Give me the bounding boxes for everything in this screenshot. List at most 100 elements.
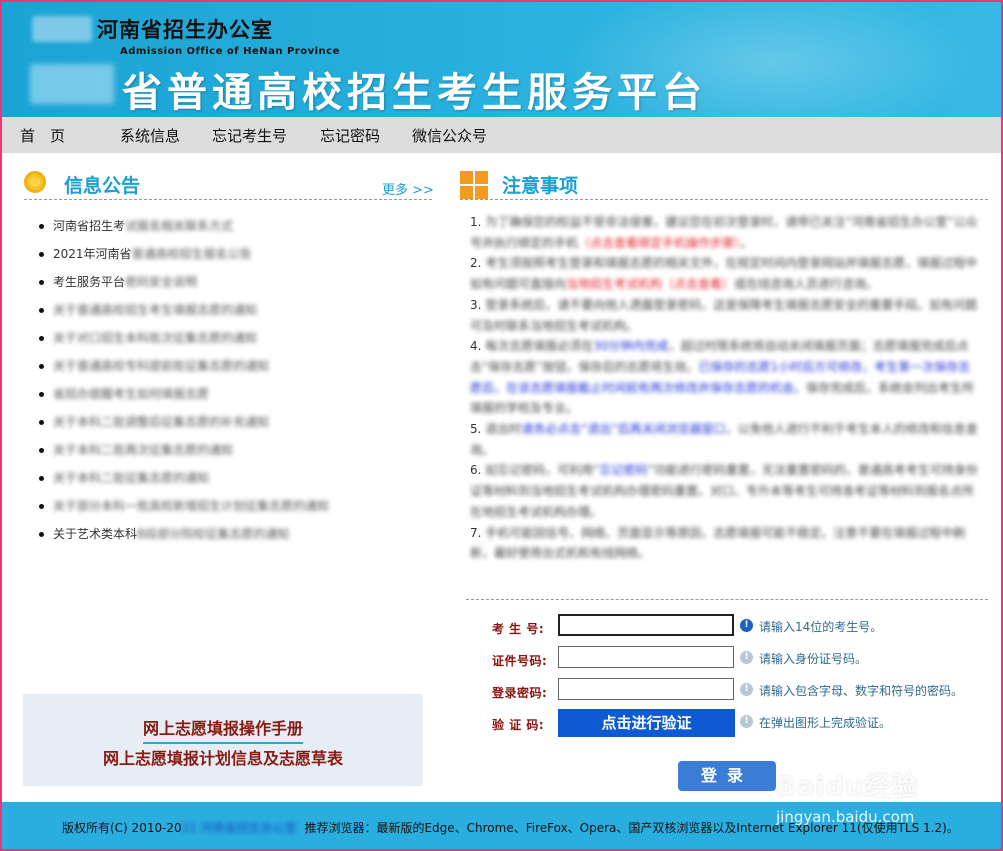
note-text: （点击查看绑定手机操作步骤） bbox=[578, 235, 741, 250]
note-text: 登录系统后，请不要向他人透露登录密码，这是保障考生填报志愿安全的重要手段。如有问… bbox=[470, 297, 978, 333]
copyright-text: 版权所有(C) 2010-20 bbox=[62, 821, 182, 835]
news-item-text-blurred: 关于本科二批再次征集志愿的通知 bbox=[53, 443, 234, 457]
password-hint: 请输入包含字母、数字和符号的密码。 bbox=[759, 684, 964, 698]
candidate-no-hint: 请输入14位的考生号。 bbox=[759, 620, 883, 634]
plan-info-link[interactable]: 网上志愿填报计划信息及志愿草表 bbox=[23, 745, 423, 769]
news-item-text-blurred: 关于部分本科一批高校新增招生计划征集志愿的通知 bbox=[53, 499, 330, 513]
province-logo bbox=[32, 16, 92, 42]
login-button[interactable]: 登录 bbox=[678, 761, 776, 791]
notes-divider-top bbox=[460, 199, 988, 200]
news-item-text: 河南省招生考 bbox=[53, 219, 126, 233]
nav-forgot-password[interactable]: 忘记密码 bbox=[320, 125, 380, 146]
note-text: 5. bbox=[470, 422, 486, 437]
news-item-text: 2021年河南省 bbox=[53, 247, 132, 261]
office-name: 河南省招生办公室 bbox=[97, 18, 273, 42]
note-text: 30分钟内完成 bbox=[593, 339, 669, 354]
manual-link-wrap: 网上志愿填报操作手册 bbox=[23, 715, 423, 744]
copyright-owner: 21 河南省招生办公室 bbox=[181, 821, 297, 835]
page-frame: 河南省招生办公室 Admission Office of HeNan Provi… bbox=[0, 0, 1003, 851]
id-number-label: 证件号码: bbox=[492, 654, 548, 668]
manual-box: 网上志愿填报操作手册 网上志愿填报计划信息及志愿草表 bbox=[23, 694, 423, 786]
info-icon: ! bbox=[740, 619, 753, 632]
news-item-text-blurred: 密码安全说明 bbox=[125, 275, 198, 289]
news-item-text-blurred: B段部分院校征集志愿的通知 bbox=[137, 527, 290, 541]
province-title-blur bbox=[30, 64, 114, 104]
platform-title: 省普通高校招生考生服务平台 bbox=[122, 70, 707, 116]
note-text: 3. bbox=[470, 297, 486, 312]
news-item[interactable]: 考生服务平台密码安全说明 bbox=[39, 268, 329, 296]
info-icon: ! bbox=[740, 683, 753, 696]
nav-home[interactable]: 首 页 bbox=[20, 125, 65, 146]
candidate-no-input[interactable] bbox=[558, 614, 734, 636]
note-text: 忘记密码 bbox=[599, 463, 648, 478]
note-item: 2. 考生须按照考生登录和填报志愿的相关文件，在规定时间内登录网站并填报志愿，填… bbox=[470, 253, 978, 294]
news-item-text: 考生服务平台 bbox=[53, 275, 126, 289]
news-item[interactable]: 省招办提醒考生如何填报志愿 bbox=[39, 380, 329, 408]
more-link[interactable]: 更多 >> bbox=[382, 179, 434, 198]
news-item[interactable]: 河南省招生考试报名相关联系方式 bbox=[39, 212, 329, 240]
news-item[interactable]: 关于普通高校专科提前批征集志愿的通知 bbox=[39, 352, 329, 380]
note-text: 7. bbox=[470, 525, 486, 540]
note-item: 4. 每次志愿填报必须在30分钟内完成，超过时限系统将自动关闭填报页面；志愿填报… bbox=[470, 336, 978, 419]
note-item: 5. 退出时请务必点击“退出”后再关闭浏览器窗口，以免他人进行不利于考生本人的修… bbox=[470, 419, 978, 460]
news-item[interactable]: 关于艺术类本科B段部分院校征集志愿的通知 bbox=[39, 520, 329, 548]
site-header: 河南省招生办公室 Admission Office of HeNan Provi… bbox=[2, 2, 1001, 117]
news-item-text-blurred: 试报名相关联系方式 bbox=[125, 219, 234, 233]
news-list: 河南省招生考试报名相关联系方式 2021年河南省普通高校招生报名公告 考生服务平台密… bbox=[39, 212, 329, 548]
note-text: 2. bbox=[470, 256, 486, 271]
main-nav: 首 页 系统信息 忘记考生号 忘记密码 微信公众号 bbox=[2, 117, 1001, 153]
password-input[interactable] bbox=[558, 678, 734, 700]
note-text: 退出时 bbox=[485, 422, 522, 437]
nav-system-info[interactable]: 系统信息 bbox=[120, 125, 180, 146]
info-icon: ! bbox=[740, 651, 753, 664]
notes-list: 1. 为了确保您的权益不受非法侵害，建议您在初次登录时，请带已关注“河南省招生办… bbox=[470, 212, 978, 564]
news-item-text-blurred: 关于对口招生本科批次征集志愿的通知 bbox=[53, 331, 258, 345]
news-item-text-blurred: 关于普通高校招生考生填报志愿的通知 bbox=[53, 303, 258, 317]
note-text: 如忘记密码，可利用“ bbox=[485, 463, 600, 478]
note-text: 当地招生考试机构（点击查看） bbox=[566, 277, 735, 292]
news-item[interactable]: 关于对口招生本科批次征集志愿的通知 bbox=[39, 324, 329, 352]
note-text: 或在线咨询人员进行咨询。 bbox=[734, 277, 879, 292]
notice-title: 信息公告 bbox=[64, 175, 141, 197]
news-item-text: 关于艺术类本科 bbox=[53, 527, 138, 541]
captcha-label: 验 证 码: bbox=[492, 718, 545, 732]
note-item: 1. 为了确保您的权益不受非法侵害，建议您在初次登录时，请带已关注“河南省招生办… bbox=[470, 212, 978, 253]
note-text: 1. bbox=[470, 215, 486, 229]
news-item[interactable]: 关于本科二批调整后征集志愿的补充通知 bbox=[39, 408, 329, 436]
note-text: 手机可能因信号、网络、页面显示等原因，志愿填报可能不稳定。注意不要在填报过程中刷… bbox=[470, 525, 966, 561]
note-text: 6. bbox=[470, 463, 486, 478]
news-item[interactable]: 关于普通高校招生考生填报志愿的通知 bbox=[39, 296, 329, 324]
note-text: 。 bbox=[740, 235, 753, 250]
note-text: 4. bbox=[470, 339, 486, 354]
nav-wechat[interactable]: 微信公众号 bbox=[412, 125, 487, 146]
id-number-input[interactable] bbox=[558, 646, 734, 668]
news-item[interactable]: 2021年河南省普通高校招生报名公告 bbox=[39, 240, 329, 268]
news-item-text-blurred: 省招办提醒考生如何填报志愿 bbox=[53, 387, 210, 401]
news-item[interactable]: 关于本科二批征集志愿的通知 bbox=[39, 464, 329, 492]
verify-button[interactable]: 点击进行验证 bbox=[558, 709, 735, 737]
notice-circle-icon bbox=[24, 171, 46, 193]
note-item: 7. 手机可能因信号、网络、页面显示等原因，志愿填报可能不稳定。注意不要在填报过… bbox=[470, 523, 978, 564]
notes-grid-icon bbox=[460, 171, 488, 199]
note-item: 6. 如忘记密码，可利用“忘记密码”功能进行密码重置，无法重置密码的，普通高考考… bbox=[470, 460, 978, 522]
news-item[interactable]: 关于部分本科一批高校新增招生计划征集志愿的通知 bbox=[39, 492, 329, 520]
baidu-watermark-logo: Baidu经验 bbox=[776, 772, 919, 802]
notice-divider bbox=[24, 199, 432, 200]
news-item-text-blurred: 关于本科二批调整后征集志愿的补充通知 bbox=[53, 415, 270, 429]
notes-divider-bottom bbox=[466, 599, 988, 600]
info-icon: ! bbox=[740, 715, 753, 728]
candidate-no-label: 考 生 号: bbox=[492, 622, 545, 636]
news-item[interactable]: 关于本科二批再次征集志愿的通知 bbox=[39, 436, 329, 464]
news-item-text-blurred: 关于普通高校专科提前批征集志愿的通知 bbox=[53, 359, 270, 373]
news-item-text-blurred: 普通高校招生报名公告 bbox=[131, 247, 252, 261]
note-text: 每次志愿填报必须在 bbox=[485, 339, 594, 354]
note-item: 3. 登录系统后，请不要向他人透露登录密码，这是保障考生填报志愿安全的重要手段。… bbox=[470, 295, 978, 336]
baidu-watermark-url: jingyan.baidu.com bbox=[776, 808, 915, 826]
news-item-text-blurred: 关于本科二批征集志愿的通知 bbox=[53, 471, 210, 485]
captcha-hint: 在弹出图形上完成验证。 bbox=[759, 716, 892, 730]
id-number-hint: 请输入身份证号码。 bbox=[759, 652, 868, 666]
notes-title: 注意事项 bbox=[502, 175, 579, 197]
note-text: 请务必点击“退出”后再关闭浏览器窗口 bbox=[521, 422, 726, 437]
nav-forgot-id[interactable]: 忘记考生号 bbox=[212, 125, 287, 146]
manual-link[interactable]: 网上志愿填报操作手册 bbox=[142, 719, 303, 744]
